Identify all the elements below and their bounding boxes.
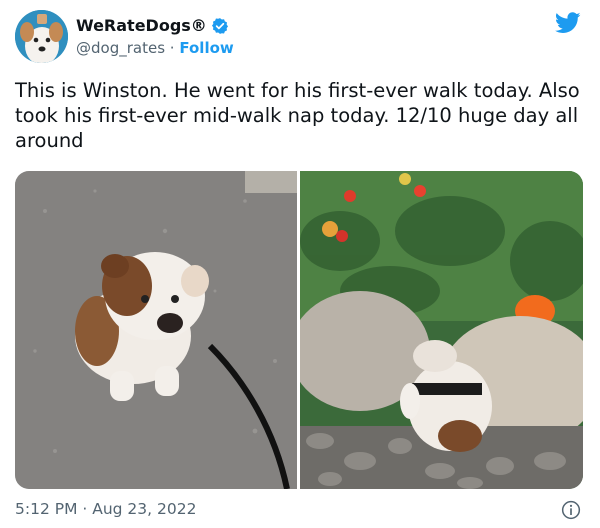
separator: · (169, 39, 175, 57)
handle-row: @dog_rates · Follow (76, 39, 234, 57)
handle[interactable]: @dog_rates (76, 39, 165, 57)
verified-badge-icon (211, 17, 229, 35)
timestamp[interactable]: 5:12 PM · Aug 23, 2022 (15, 500, 196, 518)
name-row: WeRateDogs® (76, 16, 229, 35)
display-name[interactable]: WeRateDogs® (76, 16, 207, 35)
photo-puppy-napping-on-rock[interactable] (300, 171, 583, 489)
follow-button[interactable]: Follow (179, 39, 233, 57)
info-icon[interactable] (561, 500, 581, 520)
tweet-text: This is Winston. He went for his first-e… (15, 79, 580, 152)
photo-puppy-on-pavement[interactable] (15, 171, 297, 489)
twitter-bird-icon[interactable] (554, 12, 581, 34)
tweet-media[interactable] (15, 171, 583, 489)
tweet-header: WeRateDogs® @dog_rates · Follow (15, 10, 585, 66)
avatar[interactable] (15, 10, 68, 63)
